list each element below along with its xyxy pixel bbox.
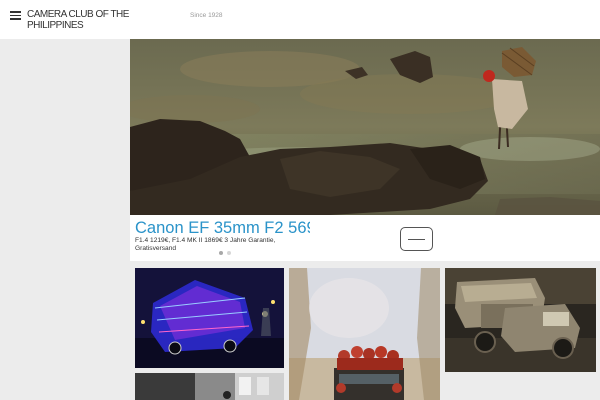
slider-dot-2[interactable] bbox=[227, 251, 231, 255]
gallery-item-jeepney-lights[interactable] bbox=[135, 268, 284, 368]
slide-photo-fisherman[interactable] bbox=[130, 39, 600, 215]
slider-pagination bbox=[219, 251, 231, 255]
left-sidebar bbox=[0, 39, 129, 400]
site-tagline: Since 1928 bbox=[190, 12, 223, 19]
slide-readmore-button[interactable] bbox=[400, 227, 433, 251]
slide-title[interactable]: Canon EF 35mm F2 569€ bbox=[135, 219, 310, 238]
gallery-item-monks-truck[interactable] bbox=[289, 268, 440, 400]
gallery-item-vintage-jeep[interactable] bbox=[445, 268, 596, 372]
featured-slider: Canon EF 35mm F2 569€ F1.4 1219€, F1.4 M… bbox=[130, 39, 600, 261]
hamburger-menu-icon[interactable] bbox=[10, 11, 21, 20]
slider-dot-1[interactable] bbox=[219, 251, 223, 255]
site-title[interactable]: CAMERA CLUB OF THE PHILIPPINES bbox=[27, 9, 139, 31]
gallery-item-bw-street[interactable] bbox=[135, 373, 284, 400]
top-bar: CAMERA CLUB OF THE PHILIPPINES Since 192… bbox=[0, 0, 600, 39]
